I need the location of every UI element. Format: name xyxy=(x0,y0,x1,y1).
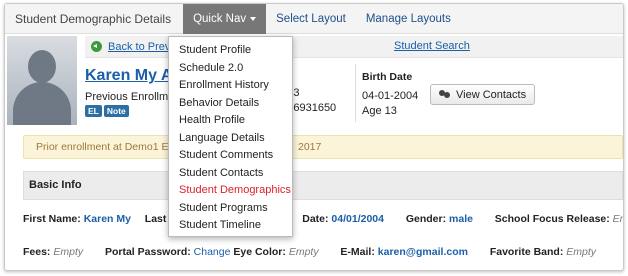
page-title: Student Demographic Details xyxy=(15,11,172,26)
school-focus-label: School Focus Release: xyxy=(494,213,610,225)
first-name-label: First Name: xyxy=(23,213,81,225)
menu-item-student-demographics[interactable]: Student Demographics xyxy=(169,182,292,200)
field-row-2: Fees: Empty Portal Password: Change Eye … xyxy=(23,246,596,258)
avatar-body xyxy=(13,82,71,125)
divider xyxy=(355,64,356,122)
avatar-head xyxy=(28,50,56,83)
menu-item-health-profile[interactable]: Health Profile xyxy=(169,112,292,130)
favorite-band-label: Favorite Band: xyxy=(489,246,564,258)
top-nav: Student Demographic Details Quick Nav Se… xyxy=(5,4,623,34)
view-contacts-label: View Contacts xyxy=(456,88,527,101)
menu-item-student-programs[interactable]: Student Programs xyxy=(169,200,292,218)
basic-info-header: Basic Info xyxy=(23,171,623,200)
enrollment-notice: Prior enrollment at Demo1 Ele 2017 xyxy=(23,135,623,159)
menu-item-schedule[interactable]: Schedule 2.0 xyxy=(169,60,292,78)
quick-nav-dropdown: Student Profile Schedule 2.0 Enrollment … xyxy=(168,36,293,237)
back-arrow-icon xyxy=(91,41,102,52)
badge-group: EL Note xyxy=(85,105,129,117)
first-name-value[interactable]: Karen My xyxy=(84,213,131,225)
student-search-link[interactable]: Student Search xyxy=(394,40,470,52)
gender-value[interactable]: male xyxy=(449,213,473,225)
menu-item-language-details[interactable]: Language Details xyxy=(169,130,292,148)
contacts-icon xyxy=(439,90,451,99)
last-name-label: Last xyxy=(144,213,167,225)
back-to-previous-link[interactable]: Back to Previ xyxy=(108,41,173,53)
gender-label: Gender: xyxy=(405,213,447,225)
fees-label: Fees: xyxy=(23,246,51,258)
back-bar: Back to Previ Student Search xyxy=(85,36,623,58)
notice-tail: 2017 xyxy=(298,141,322,153)
menu-item-student-contacts[interactable]: Student Contacts xyxy=(169,165,292,183)
menu-item-student-timeline[interactable]: Student Timeline xyxy=(169,217,292,235)
fees-value[interactable]: Empty xyxy=(53,246,83,258)
quick-nav-label: Quick Nav xyxy=(193,12,247,25)
el-badge[interactable]: EL xyxy=(85,105,102,117)
favorite-band-value[interactable]: Empty xyxy=(566,246,596,258)
quick-nav-button[interactable]: Quick Nav xyxy=(183,4,267,34)
caret-down-icon xyxy=(250,17,257,21)
birth-date-field-label: Date: xyxy=(302,213,329,225)
field-row-1: First Name: Karen My Last Date: 04/01/20… xyxy=(23,213,623,225)
menu-item-enrollment-history[interactable]: Enrollment History xyxy=(169,77,292,95)
student-page: Student Demographic Details Quick Nav Se… xyxy=(4,3,624,271)
student-photo xyxy=(7,36,77,125)
menu-item-student-profile[interactable]: Student Profile xyxy=(169,42,292,60)
select-layout-link[interactable]: Select Layout xyxy=(266,4,356,34)
note-badge[interactable]: Note xyxy=(103,105,129,117)
menu-item-student-comments[interactable]: Student Comments xyxy=(169,147,292,165)
birth-date-label: Birth Date xyxy=(362,71,413,83)
birth-date-value: 04-01-2004 xyxy=(362,90,419,102)
portal-password-change-link[interactable]: Change xyxy=(194,246,231,258)
previous-enrollment: Previous Enrollme xyxy=(85,91,175,103)
menu-item-behavior-details[interactable]: Behavior Details xyxy=(169,95,292,113)
view-contacts-button[interactable]: View Contacts xyxy=(430,84,536,105)
email-value[interactable]: karen@gmail.com xyxy=(378,246,468,258)
age-value: Age 13 xyxy=(362,105,397,117)
eye-color-label: Eye Color: xyxy=(233,246,286,258)
notice-text: Prior enrollment at Demo1 Ele xyxy=(36,141,177,153)
eye-color-value[interactable]: Empty xyxy=(289,246,319,258)
manage-layouts-link[interactable]: Manage Layouts xyxy=(356,4,461,34)
birth-column: Birth Date 04-01-2004 Age 13 xyxy=(362,70,418,119)
email-label: E-Mail: xyxy=(340,246,375,258)
birth-date-field-value[interactable]: 04/01/2004 xyxy=(331,213,384,225)
portal-password-label: Portal Password: xyxy=(104,246,191,258)
school-focus-value[interactable]: Empty xyxy=(613,213,623,225)
student-name-link[interactable]: Karen My A xyxy=(85,67,172,85)
